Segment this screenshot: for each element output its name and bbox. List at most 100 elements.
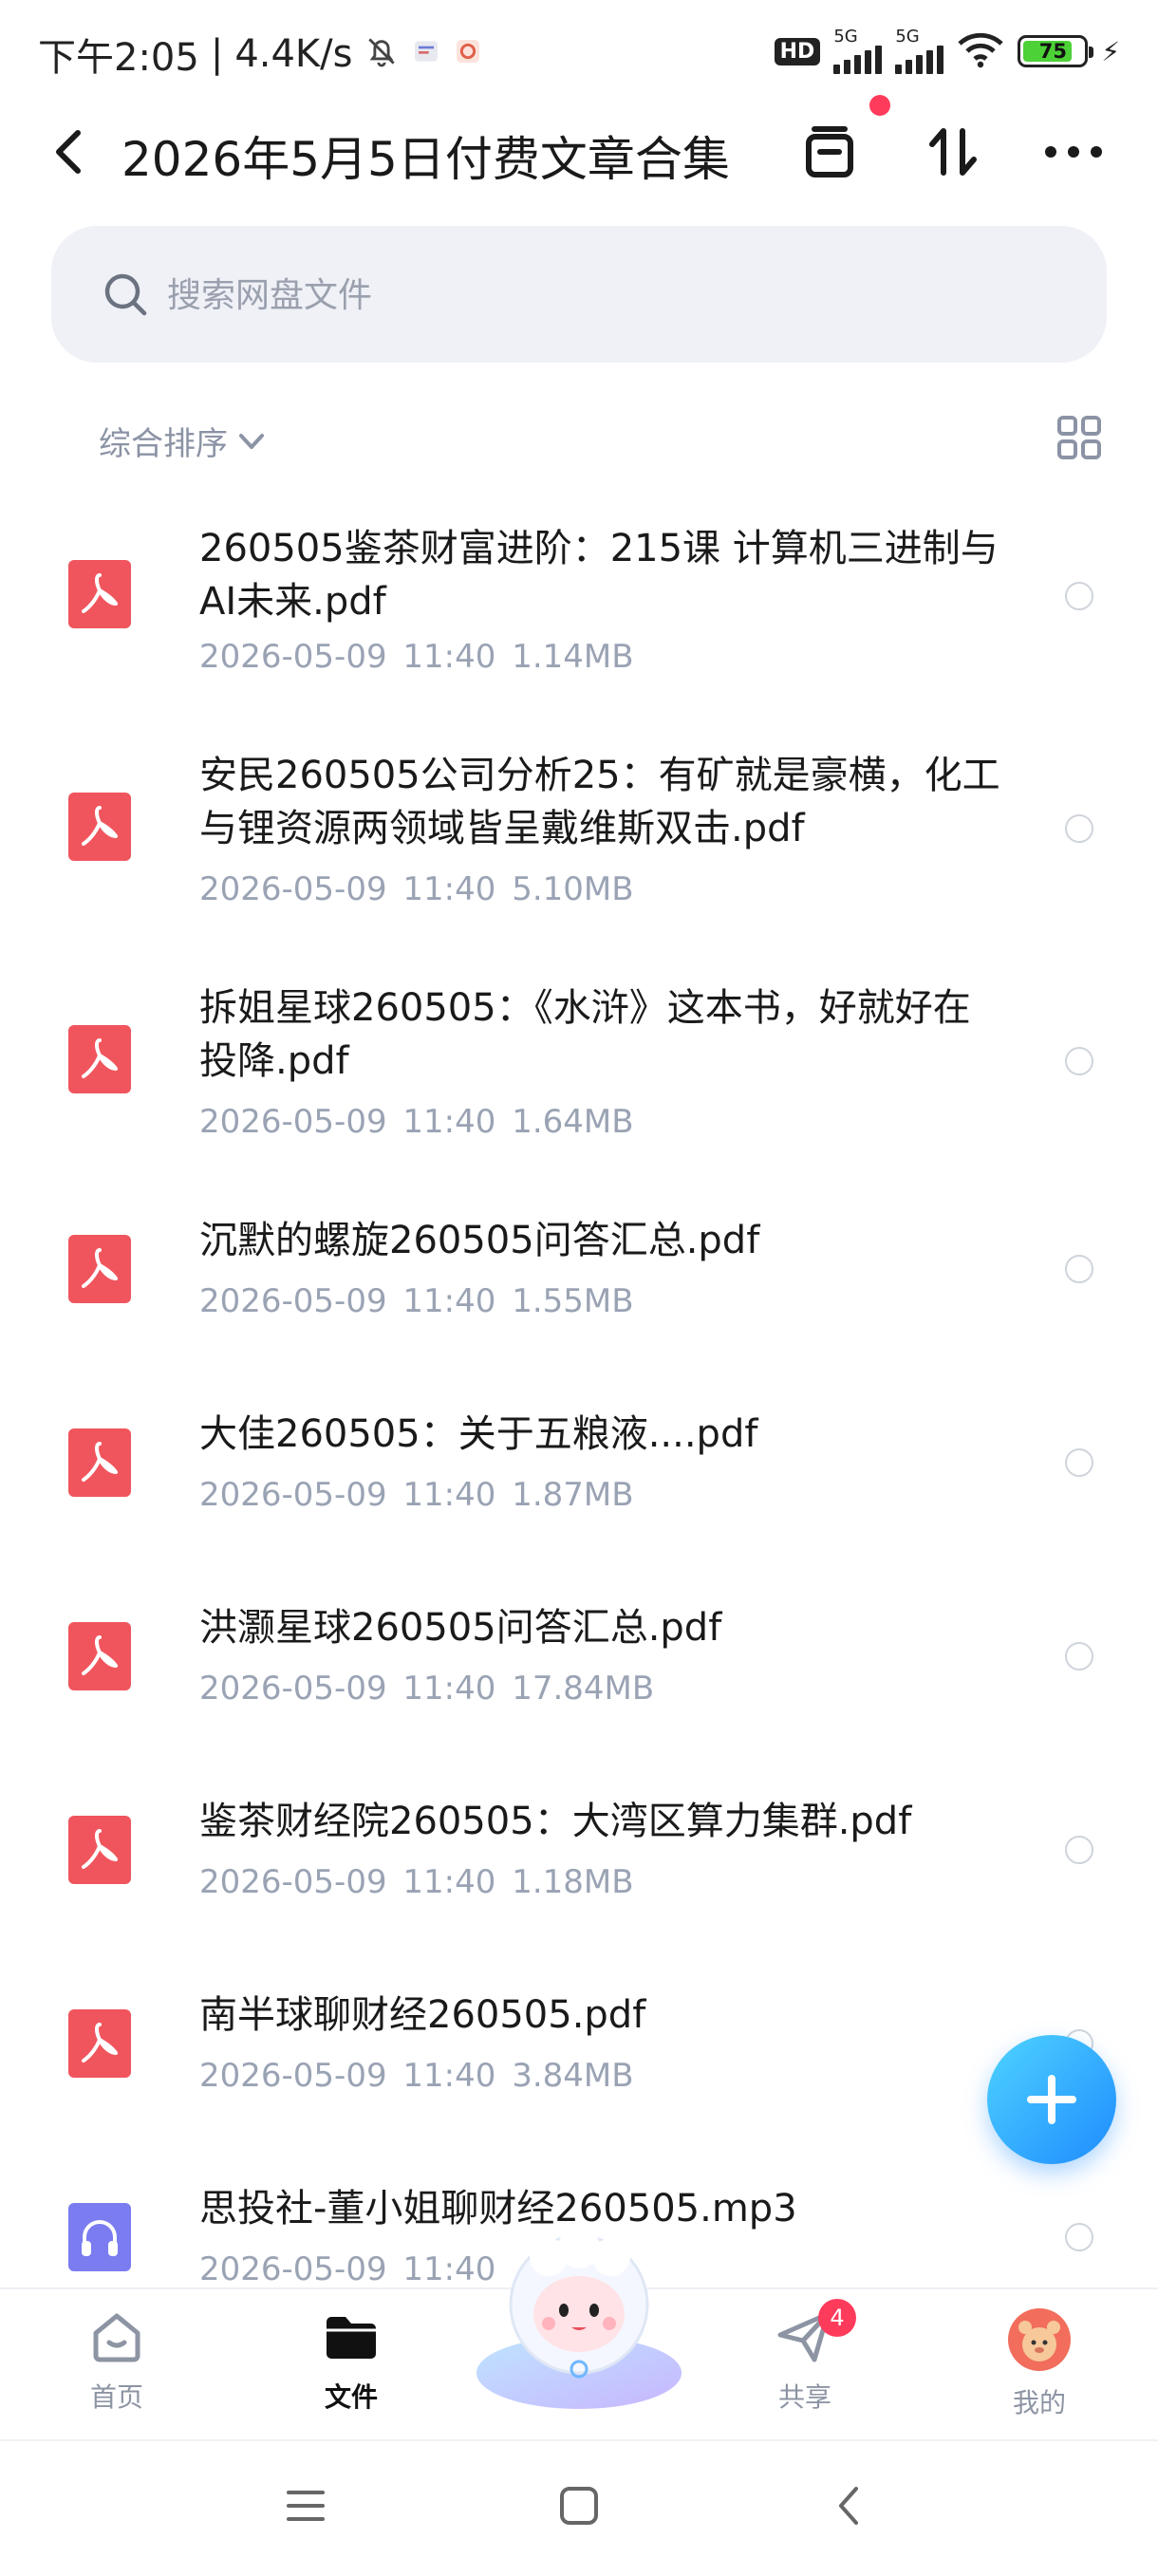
charging-icon: ⚡ [1101,35,1120,67]
file-item[interactable]: 大佳260505：关于五粮液....pdf 2026-05-09 11:40 1… [0,1394,1158,1537]
system-back-button[interactable] [822,2477,879,2534]
file-meta: 2026-05-09 11:40 1.14MB [199,638,634,676]
network-type-2: 5G [895,27,920,47]
pdf-file-icon [68,560,131,628]
file-time: 11:40 [402,638,496,676]
nav-home[interactable]: 首页 [41,2306,193,2430]
pdf-file-icon [68,1025,131,1093]
mute-icon [364,33,400,76]
file-name: 沉默的螺旋260505问答汇总.pdf [199,1219,760,1262]
search-input[interactable] [165,264,1023,327]
file-time: 11:40 [402,1282,496,1320]
pdf-file-icon [68,2009,131,2078]
file-name: 260505鉴茶财富进阶：215课 计算机三进制与AI未来.pdf [199,527,999,624]
system-menu-button[interactable] [277,2477,334,2534]
file-date: 2026-05-09 [199,2250,387,2287]
system-nav-bar [0,2439,1158,2576]
file-name: 大佳260505：关于五粮液....pdf [199,1412,758,1456]
status-time: 下午2:05 [38,36,199,80]
file-size: 1.18MB [512,1863,634,1901]
battery-level: 75 [1038,40,1067,63]
file-item[interactable]: 沉默的螺旋260505问答汇总.pdf 2026-05-09 11:40 1.5… [0,1201,1158,1343]
file-time: 11:40 [402,1670,496,1708]
signal-icon-2: 5G [895,27,944,74]
pdf-file-icon [68,793,131,861]
grid-view-button[interactable] [1055,414,1103,461]
select-checkbox[interactable] [1065,582,1093,610]
avatar-icon [1008,2308,1071,2371]
file-date: 2026-05-09 [199,1670,387,1708]
file-size: 17.84MB [512,1670,655,1708]
sort-row: 综合排序 [0,408,1158,475]
file-size: 1.14MB [512,638,634,676]
grid-view-icon [1057,416,1101,459]
status-bar: 下午2:05 | 4.4K/s HD 5G 5G 75 ⚡ [0,0,1158,104]
file-size: 1.87MB [512,1476,634,1514]
chevron-down-icon [239,433,264,449]
file-time: 11:40 [402,1476,496,1514]
nav-me-label: 我的 [1012,2387,1066,2418]
back-button[interactable] [46,125,93,178]
page-title: 2026年5月5日付费文章合集 [121,132,730,187]
file-item[interactable]: 鉴茶财经院260505：大湾区算力集群.pdf 2026-05-09 11:40… [0,1782,1158,1924]
file-item[interactable]: 260505鉴茶财富进阶：215课 计算机三进制与AI未来.pdf 2026-0… [0,503,1158,693]
sort-dropdown[interactable]: 综合排序 [99,418,268,464]
nav-share-label: 共享 [777,2381,831,2413]
file-item[interactable]: 南半球聊财经260505.pdf 2026-05-09 11:40 3.84MB [0,1975,1158,2118]
file-meta: 2026-05-09 11:40 5.10MB [199,870,634,908]
file-date: 2026-05-09 [199,1863,387,1901]
transfer-list-button[interactable] [795,118,864,186]
file-size: 1.55MB [512,1282,634,1320]
nav-me[interactable]: 我的 [963,2306,1115,2430]
select-checkbox[interactable] [1065,1255,1093,1283]
file-meta: 2026-05-09 11:40 1.64MB [199,1103,634,1141]
back-arrow-icon [56,130,81,174]
file-meta: 2026-05-09 11:40 3.84MB [199,2057,634,2095]
nav-share[interactable]: 共享 4 [729,2299,881,2430]
add-button[interactable] [987,2035,1116,2164]
file-date: 2026-05-09 [199,1103,387,1141]
file-name: 南半球聊财经260505.pdf [199,1993,646,2037]
nav-files-label: 文件 [324,2381,378,2413]
select-checkbox[interactable] [1065,2223,1093,2251]
file-time: 11:40 [402,1863,496,1901]
pdf-file-icon [68,1622,131,1690]
sort-arrows-icon [929,128,977,176]
select-checkbox[interactable] [1065,1448,1093,1477]
file-meta: 2026-05-09 11:40 1.55MB [199,1282,634,1320]
more-options-button[interactable] [1039,118,1108,186]
file-item[interactable]: 拆姐星球260505：《水浒》这本书，好就好在投降.pdf 2026-05-09… [0,968,1158,1158]
title-bar: 2026年5月5日付费文章合集 [0,104,1158,199]
nav-files[interactable]: 文件 [275,2306,427,2430]
select-checkbox[interactable] [1065,814,1093,843]
file-time: 11:40 [402,1103,496,1141]
file-size: 3.84MB [512,2057,634,2095]
file-date: 2026-05-09 [199,870,387,908]
file-meta: 2026-05-09 11:40 17.84MB [199,1670,654,1708]
file-item[interactable]: 安民260505公司分析25：有矿就是豪横，化工与锂资源两领域皆呈戴维斯双击.p… [0,736,1158,925]
system-home-button[interactable] [551,2477,607,2534]
archive-icon [806,126,853,177]
back-chevron-icon [839,2487,858,2525]
pdf-file-icon [68,1428,131,1497]
ai-assistant-mascot[interactable] [473,2227,685,2411]
notification-dot [869,95,890,116]
select-checkbox[interactable] [1065,1642,1093,1671]
search-icon [104,273,147,316]
file-time: 11:40 [402,2057,496,2095]
file-meta: 2026-05-09 11:40 [199,2250,495,2287]
select-checkbox[interactable] [1065,1047,1093,1075]
audio-file-icon [68,2203,131,2271]
menu-icon [287,2491,325,2521]
battery-icon: 75 [1018,35,1094,67]
sort-toggle-button[interactable] [919,118,987,186]
pdf-file-icon [68,1816,131,1884]
sort-label: 综合排序 [99,425,228,463]
select-checkbox[interactable] [1065,1836,1093,1864]
notification-icon [411,32,441,76]
square-home-icon [560,2487,598,2525]
file-item[interactable]: 洪灏星球260505问答汇总.pdf 2026-05-09 11:40 17.8… [0,1588,1158,1730]
status-speed: 4.4K/s [234,32,353,76]
file-name: 洪灏星球260505问答汇总.pdf [199,1606,722,1650]
search-bar[interactable] [51,226,1107,363]
